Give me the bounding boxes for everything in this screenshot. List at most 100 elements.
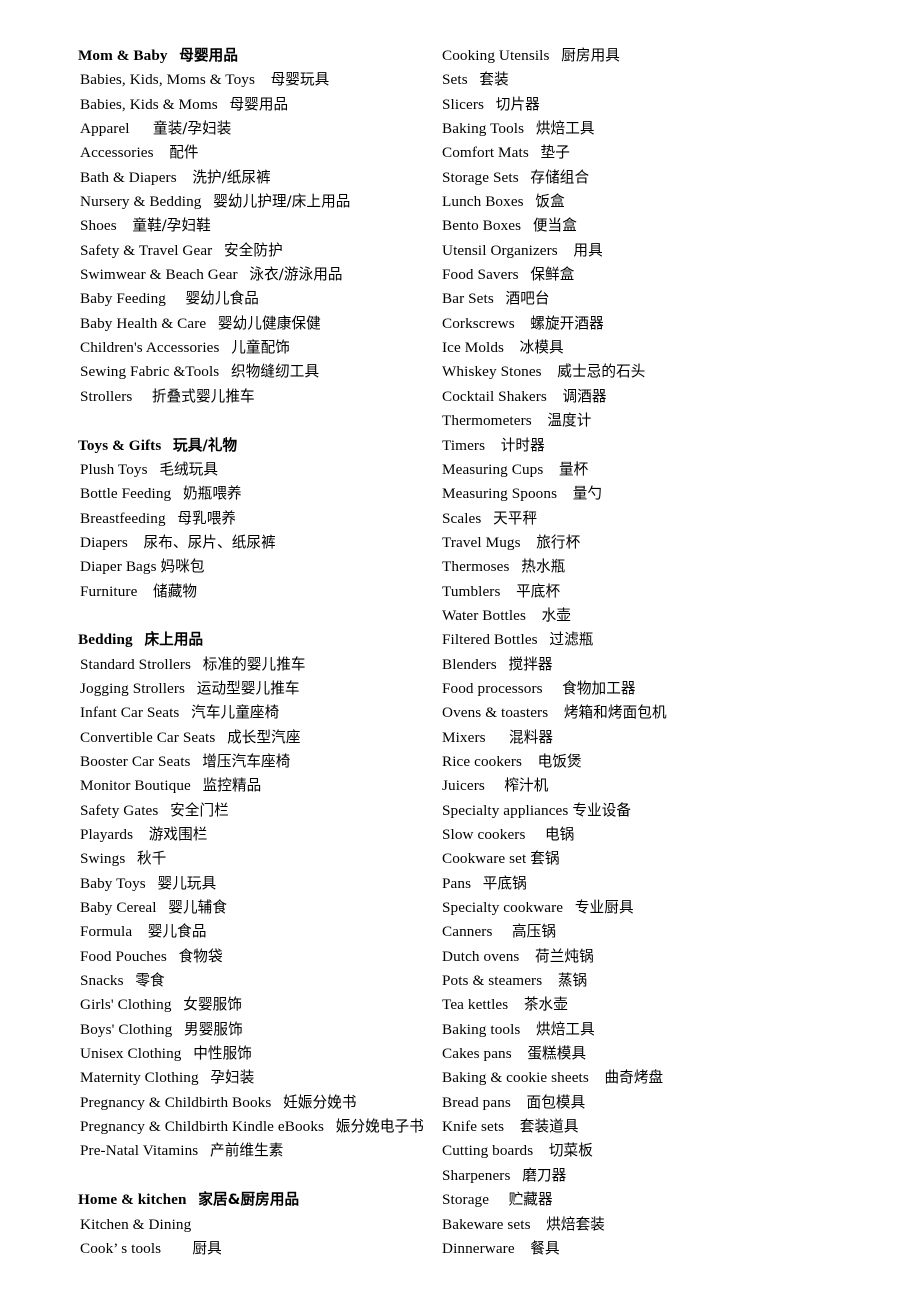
category-entry: Jogging Strollers 运动型婴儿推车 xyxy=(78,677,420,701)
category-entry: Snacks 零食 xyxy=(78,969,420,993)
entry-gap xyxy=(510,1167,522,1184)
category-entry-en: Specialty appliances xyxy=(442,801,569,819)
category-entry-en: Cakes pans xyxy=(442,1045,512,1063)
entry-gap xyxy=(172,1021,184,1038)
category-entry-zh: 洗护/纸尿裤 xyxy=(192,168,271,186)
category-entry-zh: 储藏物 xyxy=(153,582,198,600)
category-entry-zh: 冰模具 xyxy=(519,339,564,357)
category-entry: Swimwear & Beach Gear 泳衣/游泳用品 xyxy=(78,263,420,287)
category-entry: Apparel 童装/孕妇装 xyxy=(78,117,420,141)
category-entry-zh: 套锅 xyxy=(530,850,560,868)
entry-gap xyxy=(533,1142,549,1159)
category-entry: Sharpeners 磨刀器 xyxy=(440,1164,920,1188)
category-entry-en: Cookware set xyxy=(442,850,527,868)
category-entry: Boys' Clothing 男婴服饰 xyxy=(78,1018,420,1042)
category-entry-en: Canners xyxy=(442,923,493,941)
entry-gap xyxy=(182,1045,194,1062)
entry-gap xyxy=(168,47,180,64)
category-entry-zh: 便当盒 xyxy=(532,217,577,235)
category-entry-en: Pregnancy & Childbirth Kindle eBooks xyxy=(80,1118,325,1136)
entry-gap xyxy=(218,96,230,113)
entry-gap xyxy=(132,388,151,405)
entry-gap xyxy=(504,339,520,356)
category-entry-en: Food Pouches xyxy=(80,947,167,965)
category-entry: Storage Sets 存储组合 xyxy=(440,166,920,190)
category-entry-en: Plush Toys xyxy=(80,460,148,478)
category-entry-en: Juicers xyxy=(442,777,485,795)
entry-gap xyxy=(542,363,558,380)
category-entry-en: Monitor Boutique xyxy=(80,777,191,795)
category-entry-en: Food Savers xyxy=(442,266,519,284)
category-entry-zh: 水壶 xyxy=(541,606,571,624)
entry-gap xyxy=(519,948,535,965)
category-entry-zh: 食物袋 xyxy=(178,947,223,965)
category-entry-en: Convertible Car Seats xyxy=(80,728,216,746)
entry-gap xyxy=(324,1118,336,1135)
entry-gap xyxy=(531,1216,547,1233)
category-entry: Food processors 食物加工器 xyxy=(440,677,920,701)
category-entry-zh: 女婴服饰 xyxy=(183,996,243,1014)
category-entry: Food Pouches 食物袋 xyxy=(78,945,420,969)
category-entry: Sewing Fabric &Tools 织物缝纫工具 xyxy=(78,360,420,384)
category-entry: Ovens & toasters 烤箱和烤面包机 xyxy=(440,701,920,725)
category-entry-zh: 婴儿辅食 xyxy=(168,899,228,917)
category-entry-en: Bottle Feeding xyxy=(80,485,172,503)
category-entry-zh: 厨房用具 xyxy=(561,47,620,64)
category-entry-en: Formula xyxy=(80,923,133,941)
category-entry-zh: 热水瓶 xyxy=(521,558,566,576)
category-entry-zh: 量勺 xyxy=(572,485,603,503)
category-entry: Thermometers 温度计 xyxy=(440,409,920,433)
category-entry-zh: 妈咪包 xyxy=(160,558,205,576)
category-entry-en: Baking Tools xyxy=(442,120,525,138)
entry-gap xyxy=(489,1191,508,1208)
category-entry-zh: 婴儿玩具 xyxy=(157,874,217,892)
category-entry-zh: 量杯 xyxy=(558,460,589,478)
category-entry-zh: 厨具 xyxy=(192,1239,222,1257)
entry-gap xyxy=(520,1021,536,1038)
entry-gap xyxy=(468,71,480,88)
category-entry-en: Scales xyxy=(442,509,482,527)
category-entry-en: Baby Feeding xyxy=(80,290,166,308)
category-entry-en: Bakeware sets xyxy=(442,1215,531,1233)
category-entry: Strollers 折叠式婴儿推车 xyxy=(78,385,420,409)
category-entry: Monitor Boutique 监控精品 xyxy=(78,774,420,798)
entry-gap xyxy=(494,290,506,307)
category-entry: Diapers 尿布、尿片、纸尿裤 xyxy=(78,531,420,555)
category-entry-en: Babies, Kids, Moms & Toys xyxy=(80,71,255,89)
category-entry-en: Food processors xyxy=(442,679,543,697)
right-column: Cooking Utensils 厨房用具 Sets 套装 Slicers 切片器 B… xyxy=(420,0,920,1302)
category-entry-zh: 面包模具 xyxy=(526,1093,586,1111)
category-entry-en: Diaper Bags xyxy=(80,558,157,576)
category-entry-en: Bento Boxes xyxy=(442,217,522,235)
section-heading-en: Mom & Baby xyxy=(78,47,168,64)
category-entry-zh: 增压汽车座椅 xyxy=(202,752,291,770)
category-entry: Slow cookers 电锅 xyxy=(440,823,920,847)
category-entry-en: Tea kettles xyxy=(442,996,509,1014)
category-entry-en: Storage xyxy=(442,1191,490,1209)
category-entry-zh: 孕妇装 xyxy=(210,1069,255,1087)
category-entry-zh: 泳衣/游泳用品 xyxy=(249,266,343,284)
section-heading-en: Bedding xyxy=(78,631,133,649)
category-entry: Scales 天平秤 xyxy=(440,507,920,531)
category-entry: Tea kettles 茶水壶 xyxy=(440,993,920,1017)
category-entry-zh: 配件 xyxy=(169,144,199,162)
entry-gap xyxy=(550,47,562,64)
category-entry: Bar Sets 酒吧台 xyxy=(440,287,920,311)
category-entry-zh: 成长型汽座 xyxy=(227,728,301,746)
category-entry-en: Dutch ovens xyxy=(442,947,520,965)
entry-gap xyxy=(130,120,153,137)
category-entry: Accessories 配件 xyxy=(78,141,420,165)
category-entry-en: Mixers xyxy=(442,728,486,746)
category-entry: Nursery & Bedding 婴幼儿护理/床上用品 xyxy=(78,190,420,214)
category-entry-en: Baking tools xyxy=(442,1020,521,1038)
category-entry-zh: 童鞋/孕妇鞋 xyxy=(132,217,211,235)
entry-gap xyxy=(154,144,170,161)
section-heading: Mom & Baby 母婴用品 xyxy=(78,44,420,68)
category-entry: Baby Cereal 婴儿辅食 xyxy=(78,896,420,920)
entry-gap xyxy=(525,826,544,843)
category-entry: Filtered Bottles 过滤瓶 xyxy=(440,628,920,652)
category-entry-en: Booster Car Seats xyxy=(80,752,191,770)
category-entry: Specialty cookware 专业厨具 xyxy=(440,896,920,920)
category-entry: Unisex Clothing 中性服饰 xyxy=(78,1042,420,1066)
